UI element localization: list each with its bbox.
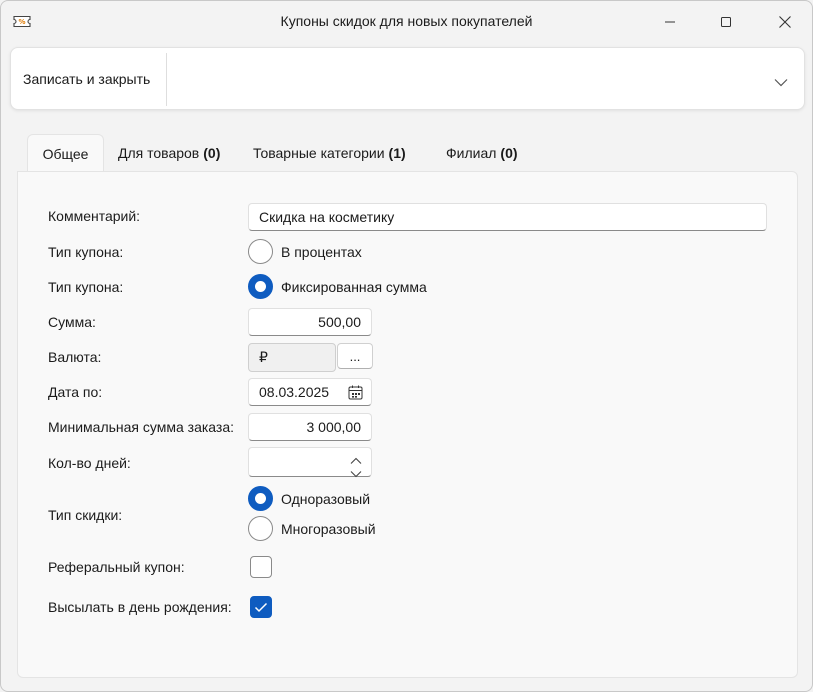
coupon-type-fixed-label: Фиксированная сумма [281, 279, 427, 295]
date-to-input[interactable]: 08.03.2025 [248, 378, 372, 406]
birthday-checkbox[interactable] [250, 596, 272, 618]
minimize-icon [665, 21, 675, 23]
min-order-label: Минимальная сумма заказа: [48, 419, 235, 435]
currency-select-button[interactable]: ... [337, 343, 373, 369]
toolbar-divider [166, 53, 167, 106]
tab-product-categories[interactable]: Товарные категории (1) [239, 134, 432, 172]
currency-field: ₽ [248, 343, 336, 372]
currency-label: Валюта: [48, 349, 102, 365]
tab-strip: Общее Для товаров (0) Товарные категории… [27, 134, 532, 172]
comment-label: Комментарий: [48, 208, 141, 224]
days-count-stepper[interactable] [248, 447, 372, 478]
discount-multi-radio[interactable] [248, 516, 273, 541]
referral-label: Реферальный купон: [48, 559, 185, 575]
maximize-icon [721, 17, 731, 27]
discount-type-label: Тип скидки: [48, 507, 123, 523]
coupon-type-fixed-radio[interactable] [248, 274, 273, 299]
calendar-icon[interactable] [348, 385, 363, 403]
discount-single-label: Одноразовый [281, 491, 371, 507]
app-window: % Купоны скидок для новых покупателей За… [0, 0, 813, 692]
tab-general[interactable]: Общее [27, 134, 104, 172]
referral-checkbox[interactable] [250, 556, 272, 578]
discount-multi-label: Многоразовый [281, 521, 376, 537]
save-and-close-button[interactable]: Записать и закрыть [11, 48, 167, 109]
command-bar: Записать и закрыть [10, 47, 805, 110]
maximize-button[interactable] [703, 1, 749, 43]
tab-label: Общее [42, 145, 89, 162]
birthday-label: Высылать в день рождения: [48, 599, 232, 615]
minimize-button[interactable] [647, 1, 693, 43]
tab-label: Товарные категории [253, 145, 385, 161]
days-count-label: Кол-во дней: [48, 455, 131, 471]
title-bar: % Купоны скидок для новых покупателей [1, 1, 812, 43]
chevron-down-icon[interactable] [350, 465, 362, 481]
coupon-type-label: Тип купона: [48, 279, 124, 295]
date-to-label: Дата по: [48, 384, 103, 400]
coupon-type-percent-label: В процентах [281, 244, 362, 260]
checkmark-icon [254, 602, 268, 612]
tab-count: (0) [500, 145, 518, 161]
tab-label: Для товаров [118, 145, 200, 161]
coupon-type-label: Тип купона: [48, 244, 124, 260]
tab-label: Филиал [446, 145, 497, 161]
comment-input[interactable]: Скидка на косметику [248, 203, 767, 231]
tab-branch[interactable]: Филиал (0) [432, 134, 532, 172]
close-icon [779, 16, 791, 28]
min-order-input[interactable]: 3 000,00 [248, 413, 372, 441]
chevron-down-icon[interactable] [774, 74, 788, 90]
coupon-type-percent-radio[interactable] [248, 239, 273, 264]
tab-count: (0) [203, 145, 221, 161]
amount-label: Сумма: [48, 314, 96, 330]
amount-input[interactable]: 500,00 [248, 308, 372, 336]
tab-products[interactable]: Для товаров (0) [104, 134, 239, 172]
discount-single-radio[interactable] [248, 486, 273, 511]
close-button[interactable] [762, 1, 808, 43]
date-to-value: 08.03.2025 [259, 384, 330, 400]
tab-count: (1) [388, 145, 406, 161]
